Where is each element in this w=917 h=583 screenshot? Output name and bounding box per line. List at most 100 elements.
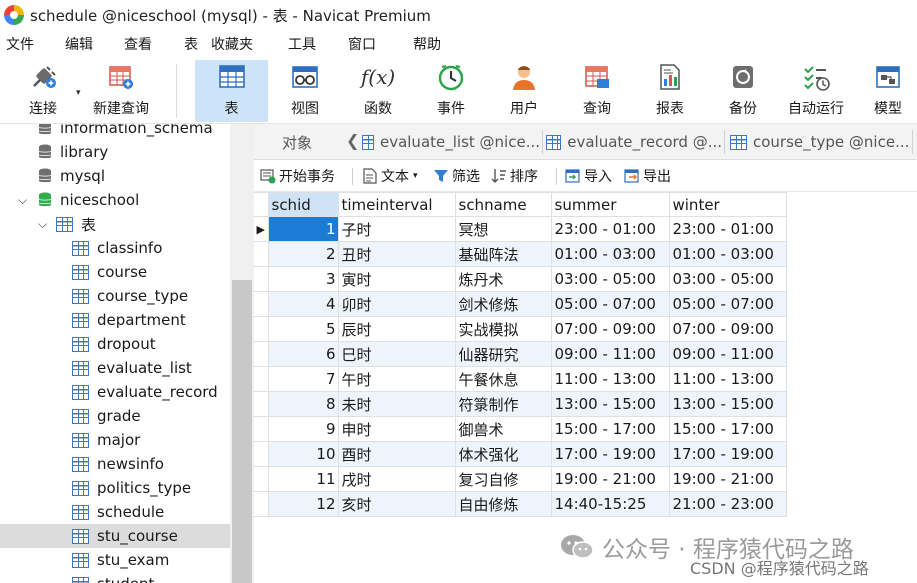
menu-view[interactable]: 查看	[124, 34, 152, 54]
cell-timeinterval[interactable]: 未时	[337, 391, 456, 417]
column-header-timeinterval[interactable]: timeinterval	[337, 192, 456, 217]
row-header[interactable]	[254, 341, 269, 367]
cell-summer[interactable]: 17:00 - 19:00	[550, 441, 670, 467]
cell-winter[interactable]: 21:00 - 23:00	[668, 491, 787, 517]
tab-objects[interactable]: 对象	[282, 124, 342, 160]
column-header-schid[interactable]: schid	[267, 192, 339, 217]
cell-winter[interactable]: 23:00 - 01:00	[668, 216, 787, 242]
tab-scroll-left-icon[interactable]: ❮	[346, 131, 359, 150]
cell-schname[interactable]: 仙器研究	[454, 341, 552, 367]
row-header[interactable]	[254, 291, 269, 317]
cell-timeinterval[interactable]: 戌时	[337, 466, 456, 492]
cell-schname[interactable]: 实战模拟	[454, 316, 552, 342]
cell-summer[interactable]: 03:00 - 05:00	[550, 266, 670, 292]
cell-summer[interactable]: 13:00 - 15:00	[550, 391, 670, 417]
row-header[interactable]	[254, 416, 269, 442]
cell-schname[interactable]: 复习自修	[454, 466, 552, 492]
cell-schname[interactable]: 符箓制作	[454, 391, 552, 417]
cell-timeinterval[interactable]: 丑时	[337, 241, 456, 267]
tree-table-classinfo[interactable]: classinfo	[0, 236, 230, 260]
cell-winter[interactable]: 19:00 - 21:00	[668, 466, 787, 492]
query-button[interactable]: 查询	[568, 60, 626, 122]
event-button[interactable]: 事件	[422, 60, 480, 122]
cell-winter[interactable]: 15:00 - 17:00	[668, 416, 787, 442]
table-row[interactable]: 2 丑时 基础阵法 01:00 - 03:00 01:00 - 03:00	[254, 241, 787, 267]
row-header[interactable]	[254, 366, 269, 392]
cell-timeinterval[interactable]: 亥时	[337, 491, 456, 517]
menu-favorites[interactable]: 收藏夹	[211, 34, 253, 54]
table-row[interactable]: ▶ 1 子时 冥想 23:00 - 01:00 23:00 - 01:00	[254, 216, 787, 242]
import-button[interactable]: 导入	[565, 160, 612, 192]
cell-timeinterval[interactable]: 巳时	[337, 341, 456, 367]
cell-schid[interactable]: 11	[267, 466, 339, 492]
tree-table-schedule[interactable]: schedule	[0, 500, 230, 524]
tree-table-stu-exam[interactable]: stu_exam	[0, 548, 230, 572]
tree-db-mysql[interactable]: mysql	[0, 164, 230, 188]
cell-summer[interactable]: 15:00 - 17:00	[550, 416, 670, 442]
cell-schid[interactable]: 6	[267, 341, 339, 367]
tab-evaluate-record[interactable]: evaluate_record @...	[546, 124, 722, 160]
cell-summer[interactable]: 23:00 - 01:00	[550, 216, 670, 242]
cell-winter[interactable]: 11:00 - 13:00	[668, 366, 787, 392]
cell-schid[interactable]: 9	[267, 416, 339, 442]
tree-table-newsinfo[interactable]: newsinfo	[0, 452, 230, 476]
tree-table-stu-course[interactable]: stu_course	[0, 524, 230, 548]
connect-dropdown-icon[interactable]: ▾	[76, 88, 81, 98]
report-button[interactable]: 报表	[641, 60, 699, 122]
chevron-down-icon[interactable]: ⌵	[38, 217, 47, 232]
menu-tools[interactable]: 工具	[288, 34, 316, 54]
view-button[interactable]: 视图	[276, 60, 334, 122]
row-header[interactable]	[254, 466, 269, 492]
cell-winter[interactable]: 03:00 - 05:00	[668, 266, 787, 292]
user-button[interactable]: 用户	[495, 60, 553, 122]
table-row[interactable]: 9 申时 御兽术 15:00 - 17:00 15:00 - 17:00	[254, 416, 787, 442]
row-header[interactable]	[254, 391, 269, 417]
cell-schname[interactable]: 体术强化	[454, 441, 552, 467]
table-row[interactable]: 6 巳时 仙器研究 09:00 - 11:00 09:00 - 11:00	[254, 341, 787, 367]
table-row[interactable]: 11 戌时 复习自修 19:00 - 21:00 19:00 - 21:00	[254, 466, 787, 492]
cell-summer[interactable]: 11:00 - 13:00	[550, 366, 670, 392]
cell-winter[interactable]: 17:00 - 19:00	[668, 441, 787, 467]
cell-winter[interactable]: 09:00 - 11:00	[668, 341, 787, 367]
model-button[interactable]: 模型	[860, 60, 916, 122]
chevron-down-icon[interactable]: ⌵	[18, 193, 27, 208]
cell-summer[interactable]: 05:00 - 07:00	[550, 291, 670, 317]
tree-folder-tables[interactable]: ⌵ 表	[0, 212, 230, 236]
cell-summer[interactable]: 14:40-15:25	[550, 491, 670, 517]
cell-summer[interactable]: 07:00 - 09:00	[550, 316, 670, 342]
export-button[interactable]: 导出	[624, 160, 671, 192]
cell-timeinterval[interactable]: 卯时	[337, 291, 456, 317]
tree-db-library[interactable]: library	[0, 140, 230, 164]
tree-table-course-type[interactable]: course_type	[0, 284, 230, 308]
cell-summer[interactable]: 01:00 - 03:00	[550, 241, 670, 267]
cell-schid[interactable]: 1	[267, 216, 339, 242]
cell-timeinterval[interactable]: 寅时	[337, 266, 456, 292]
cell-schid[interactable]: 5	[267, 316, 339, 342]
cell-schname[interactable]: 御兽术	[454, 416, 552, 442]
tree-table-student[interactable]: student	[0, 572, 230, 583]
cell-winter[interactable]: 07:00 - 09:00	[668, 316, 787, 342]
new-query-button[interactable]: 新建查询	[88, 60, 154, 122]
tree-table-department[interactable]: department	[0, 308, 230, 332]
table-row[interactable]: 3 寅时 炼丹术 03:00 - 05:00 03:00 - 05:00	[254, 266, 787, 292]
table-row[interactable]: 5 辰时 实战模拟 07:00 - 09:00 07:00 - 09:00	[254, 316, 787, 342]
tree-db-information-schema[interactable]: information_schema	[0, 124, 230, 140]
row-pointer-icon[interactable]: ▶	[254, 216, 269, 242]
cell-schid[interactable]: 10	[267, 441, 339, 467]
cell-timeinterval[interactable]: 辰时	[337, 316, 456, 342]
column-header-schname[interactable]: schname	[454, 192, 552, 217]
menu-table[interactable]: 表	[184, 34, 198, 54]
cell-timeinterval[interactable]: 午时	[337, 366, 456, 392]
cell-timeinterval[interactable]: 子时	[337, 216, 456, 242]
text-button[interactable]: 文本 ▾	[362, 160, 418, 192]
cell-winter[interactable]: 01:00 - 03:00	[668, 241, 787, 267]
tree-table-dropout[interactable]: dropout	[0, 332, 230, 356]
table-row[interactable]: 8 未时 符箓制作 13:00 - 15:00 13:00 - 15:00	[254, 391, 787, 417]
tree-table-evaluate-list[interactable]: evaluate_list	[0, 356, 230, 380]
tree-table-major[interactable]: major	[0, 428, 230, 452]
menu-file[interactable]: 文件	[6, 34, 34, 54]
sort-button[interactable]: 排序	[491, 160, 538, 192]
cell-schname[interactable]: 冥想	[454, 216, 552, 242]
sidebar-scroll-thumb[interactable]	[232, 280, 252, 583]
cell-schid[interactable]: 8	[267, 391, 339, 417]
